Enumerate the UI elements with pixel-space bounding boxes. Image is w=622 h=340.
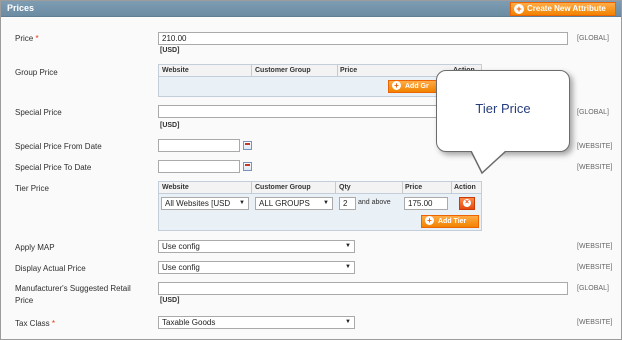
col-price: Price bbox=[405, 184, 423, 191]
group-price-grid: Website Customer Group Price Action + Ad… bbox=[158, 64, 482, 97]
price-label: Price * bbox=[15, 34, 39, 43]
display-actual-scope: [WEBSITE] bbox=[577, 264, 613, 271]
price-label-text: Price bbox=[15, 34, 34, 43]
tax-class-label-text: Tax Class bbox=[15, 319, 50, 328]
chevron-down-icon: ▼ bbox=[239, 200, 245, 206]
add-group-price-label: Add Gr bbox=[405, 83, 429, 90]
delete-icon: × bbox=[463, 199, 471, 207]
delete-tier-button[interactable]: × bbox=[459, 197, 475, 210]
qty-suffix: and above bbox=[358, 199, 391, 206]
tax-class-value: Taxable Goods bbox=[162, 318, 216, 327]
group-price-header: Website Customer Group Price Action bbox=[159, 65, 481, 77]
chevron-down-icon: ▼ bbox=[345, 264, 351, 270]
col-qty: Qty bbox=[339, 184, 351, 191]
tax-class-scope: [WEBSITE] bbox=[577, 319, 613, 326]
special-from-label: Special Price From Date bbox=[15, 142, 102, 151]
tier-website-select[interactable]: All Websites [USD ▼ bbox=[161, 197, 249, 210]
tax-class-label: Tax Class * bbox=[15, 319, 55, 328]
divider bbox=[251, 65, 252, 77]
calendar-icon[interactable] bbox=[243, 141, 252, 150]
divider bbox=[251, 182, 252, 194]
display-actual-value: Use config bbox=[162, 263, 200, 272]
price-input[interactable]: 210.00 bbox=[158, 32, 568, 45]
divider bbox=[451, 182, 452, 194]
section-title: Prices bbox=[7, 3, 35, 13]
display-actual-select[interactable]: Use config ▼ bbox=[158, 261, 355, 274]
tier-website-value: All Websites [USD bbox=[165, 199, 231, 208]
apply-map-value: Use config bbox=[162, 242, 200, 251]
plus-icon: + bbox=[392, 81, 401, 90]
msrp-scope: [GLOBAL] bbox=[577, 285, 609, 292]
msrp-label: Manufacturer's Suggested Retail Price bbox=[15, 284, 131, 305]
msrp-currency: [USD] bbox=[160, 297, 180, 304]
special-to-label: Special Price To Date bbox=[15, 163, 92, 172]
callout-tail bbox=[470, 151, 507, 175]
special-price-input[interactable] bbox=[158, 105, 438, 118]
callout-text: Tier Price bbox=[475, 101, 531, 116]
add-tier-button[interactable]: + Add Tier bbox=[421, 215, 479, 228]
plus-icon: + bbox=[425, 216, 434, 225]
create-new-attribute-label: Create New Attribute bbox=[527, 4, 606, 13]
divider bbox=[337, 65, 338, 77]
col-website: Website bbox=[162, 184, 189, 191]
plus-icon: + bbox=[514, 4, 524, 14]
chevron-down-icon: ▼ bbox=[345, 319, 351, 325]
tier-price-input[interactable]: 175.00 bbox=[404, 197, 448, 210]
apply-map-scope: [WEBSITE] bbox=[577, 243, 613, 250]
tier-group-value: ALL GROUPS bbox=[259, 199, 310, 208]
col-price: Price bbox=[340, 67, 358, 74]
chevron-down-icon: ▼ bbox=[345, 243, 351, 249]
group-price-label: Group Price bbox=[15, 68, 58, 77]
col-website: Website bbox=[162, 67, 189, 74]
tier-price-label: Tier Price bbox=[15, 184, 49, 193]
chevron-down-icon: ▼ bbox=[323, 200, 329, 206]
special-from-scope: [WEBSITE] bbox=[577, 143, 613, 150]
calendar-icon[interactable] bbox=[243, 162, 252, 171]
col-customer-group: Customer Group bbox=[255, 67, 311, 74]
divider bbox=[402, 182, 403, 194]
col-action: Action bbox=[454, 184, 476, 191]
msrp-label-line1: Manufacturer's Suggested Retail bbox=[15, 284, 131, 293]
col-customer-group: Customer Group bbox=[255, 184, 311, 191]
price-currency: [USD] bbox=[160, 47, 180, 54]
msrp-label-line2: Price bbox=[15, 296, 34, 305]
tax-class-select[interactable]: Taxable Goods ▼ bbox=[158, 316, 355, 329]
tier-group-select[interactable]: ALL GROUPS ▼ bbox=[255, 197, 333, 210]
tier-price-header: Website Customer Group Qty Price Action bbox=[159, 182, 481, 194]
tier-price-callout: Tier Price bbox=[436, 70, 570, 152]
special-price-currency: [USD] bbox=[160, 122, 180, 129]
tier-qty-input[interactable]: 2 bbox=[339, 197, 356, 210]
apply-map-label: Apply MAP bbox=[15, 243, 55, 252]
required-marker: * bbox=[35, 34, 39, 43]
price-scope: [GLOBAL] bbox=[577, 35, 609, 42]
msrp-input[interactable] bbox=[158, 282, 568, 295]
section-header: Prices + Create New Attribute bbox=[1, 1, 621, 17]
create-new-attribute-button[interactable]: + Create New Attribute bbox=[510, 2, 616, 16]
add-group-price-button[interactable]: + Add Gr bbox=[388, 80, 443, 93]
special-price-label: Special Price bbox=[15, 108, 62, 117]
special-to-input[interactable] bbox=[158, 160, 240, 173]
special-price-scope: [GLOBAL] bbox=[577, 109, 609, 116]
add-tier-label: Add Tier bbox=[438, 218, 467, 225]
special-to-scope: [WEBSITE] bbox=[577, 164, 613, 171]
tier-price-grid: Website Customer Group Qty Price Action … bbox=[158, 181, 482, 231]
special-from-input[interactable] bbox=[158, 139, 240, 152]
apply-map-select[interactable]: Use config ▼ bbox=[158, 240, 355, 253]
divider bbox=[335, 182, 336, 194]
required-marker: * bbox=[51, 319, 56, 328]
display-actual-label: Display Actual Price bbox=[15, 264, 86, 273]
